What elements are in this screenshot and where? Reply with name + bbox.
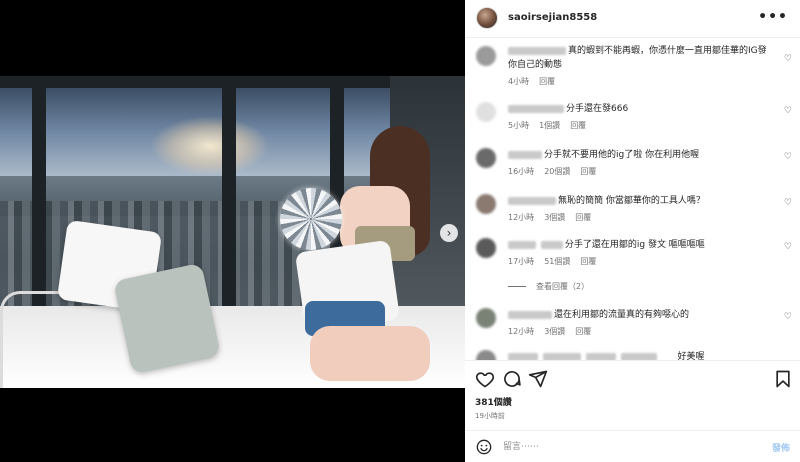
comment-likes[interactable]: 51個讚 — [544, 257, 570, 266]
comment-username-blurred[interactable] — [508, 196, 556, 205]
comment-username-blurred[interactable] — [508, 104, 564, 113]
comment-text: 分手了還在用鄒的ig 發文 嘔嘔嘔嘔 — [564, 240, 705, 250]
comment-body: 真的蝦到不能再蝦，你憑什麼一直用鄒佳華的IG發你自己的動態 4小時 回覆 — [508, 44, 773, 89]
comment-body: 分手還在發666 5小時 1個讚 回覆 — [508, 102, 773, 133]
comment-meta: 12小時 3個讚 回覆 — [508, 325, 773, 339]
photo-bed-rail — [0, 291, 70, 388]
photo-person — [294, 126, 430, 386]
comment-meta: 12小時 3個讚 回覆 — [508, 211, 773, 225]
comment-meta: 17小時 51個讚 回覆 — [508, 255, 773, 269]
comment-avatar[interactable] — [476, 46, 496, 66]
chevron-right-icon: › — [446, 226, 452, 240]
comment-input[interactable] — [503, 438, 733, 456]
comment-text: 無恥的簡簡 你當鄒華你的工具人嗎？ — [558, 196, 705, 206]
post-header: saoirsejian8558 ••• — [465, 0, 800, 38]
comment-likes[interactable]: 20個讚 — [544, 167, 570, 176]
comment-reply-button[interactable]: 回覆 — [570, 121, 586, 130]
bookmark-icon[interactable] — [773, 369, 793, 389]
comment-meta: 16小時 20個讚 回覆 — [508, 165, 773, 179]
window-frame — [222, 76, 236, 306]
view-replies-line — [508, 286, 526, 287]
window-frame — [32, 76, 46, 306]
view-replies-label[interactable]: 查看回覆（2） — [536, 281, 589, 292]
username[interactable]: saoirsejian8558 — [508, 12, 597, 23]
post-comment-button[interactable]: 發佈 — [772, 441, 790, 454]
comment-bar: 發佈 — [465, 430, 800, 462]
comment-mention-blurred[interactable] — [540, 240, 563, 249]
post-time[interactable]: 19小時前 — [475, 411, 505, 421]
more-options-icon[interactable]: ••• — [758, 9, 788, 25]
comment-time: 4小時 — [508, 77, 530, 86]
comment-likes[interactable]: 3個讚 — [544, 327, 565, 336]
heart-icon[interactable] — [475, 369, 495, 389]
likes-count[interactable]: 381個讚 — [475, 395, 512, 408]
comment-username-blurred[interactable] — [508, 150, 542, 159]
comment-username-blurred[interactable] — [508, 352, 538, 360]
comment-time: 5小時 — [508, 121, 530, 130]
comment-body: 無恥的簡簡 你當鄒華你的工具人嗎？ 12小時 3個讚 回覆 — [508, 194, 773, 225]
comment-avatar[interactable] — [476, 194, 496, 214]
heart-icon[interactable]: ♡ — [784, 152, 792, 162]
comment-avatar[interactable] — [476, 238, 496, 258]
comment-time: 16小時 — [508, 167, 535, 176]
photo-pillow — [113, 262, 221, 375]
heart-icon[interactable]: ♡ — [784, 312, 792, 322]
comment-username-blurred[interactable] — [620, 352, 657, 360]
comment-body: 分手就不要用他的ig了啦 你在利用他喔 16小時 20個讚 回覆 — [508, 148, 773, 179]
comment-avatar[interactable] — [476, 102, 496, 122]
share-icon[interactable] — [528, 369, 548, 389]
comment-time: 17小時 — [508, 257, 535, 266]
comment-meta: 5小時 1個讚 回覆 — [508, 119, 773, 133]
comment-username-blurred[interactable] — [508, 46, 566, 55]
comment-body: 還在利用鄒的流量真的有夠噁心的 12小時 3個讚 回覆 — [508, 308, 773, 339]
post-actions: 381個讚 19小時前 — [465, 360, 800, 430]
comment-username-blurred[interactable] — [585, 352, 616, 360]
comment-reply-button[interactable]: 回覆 — [575, 327, 591, 336]
comment-avatar[interactable] — [476, 350, 496, 360]
comment-time: 12小時 — [508, 213, 535, 222]
comment-reply-button[interactable]: 回覆 — [580, 257, 596, 266]
comment-username-blurred[interactable] — [542, 352, 581, 360]
comment-time: 12小時 — [508, 327, 535, 336]
view-replies-button[interactable]: 查看回覆（2） — [508, 281, 589, 292]
comment-text: 分手就不要用他的ig了啦 你在利用他喔 — [544, 150, 700, 160]
post-media-panel: › — [0, 0, 465, 462]
comment-body: 分手了還在用鄒的ig 發文 嘔嘔嘔嘔 17小時 51個讚 回覆 — [508, 238, 773, 269]
heart-icon[interactable]: ♡ — [784, 106, 792, 116]
avatar[interactable] — [476, 7, 498, 29]
comment-likes[interactable]: 1個讚 — [539, 121, 560, 130]
comment-reply-button[interactable]: 回覆 — [539, 77, 555, 86]
comment-username-blurred[interactable] — [508, 310, 552, 319]
carousel-next-button[interactable]: › — [440, 224, 458, 242]
comment-icon[interactable] — [502, 369, 522, 389]
photo-sunlight — [150, 116, 270, 176]
comment-body: 好美喔 — [508, 350, 773, 360]
comment-username-blurred[interactable] — [508, 240, 536, 249]
heart-icon[interactable]: ♡ — [784, 242, 792, 252]
post-photo[interactable] — [0, 76, 465, 388]
comment-avatar[interactable] — [476, 308, 496, 328]
emoji-icon[interactable] — [476, 439, 492, 455]
comment-meta: 4小時 回覆 — [508, 75, 773, 89]
comment-reply-button[interactable]: 回覆 — [575, 213, 591, 222]
comment-text: 好美喔 — [677, 352, 705, 360]
comment-text: 還在利用鄒的流量真的有夠噁心的 — [554, 310, 690, 320]
photo-person-legs — [310, 326, 430, 381]
comment-likes[interactable]: 3個讚 — [544, 213, 565, 222]
heart-icon[interactable]: ♡ — [784, 54, 792, 64]
comment-avatar[interactable] — [476, 148, 496, 168]
comment-reply-button[interactable]: 回覆 — [580, 167, 596, 176]
photo-disco-ball — [280, 188, 342, 250]
comments-list: 真的蝦到不能再蝦，你憑什麼一直用鄒佳華的IG發你自己的動態 4小時 回覆 ♡ 分手… — [465, 38, 800, 360]
heart-icon[interactable]: ♡ — [784, 198, 792, 208]
comment-text: 分手還在發666 — [566, 104, 629, 114]
post-side-panel: saoirsejian8558 ••• 真的蝦到不能再蝦，你憑什麼一直用鄒佳華的… — [465, 0, 800, 462]
